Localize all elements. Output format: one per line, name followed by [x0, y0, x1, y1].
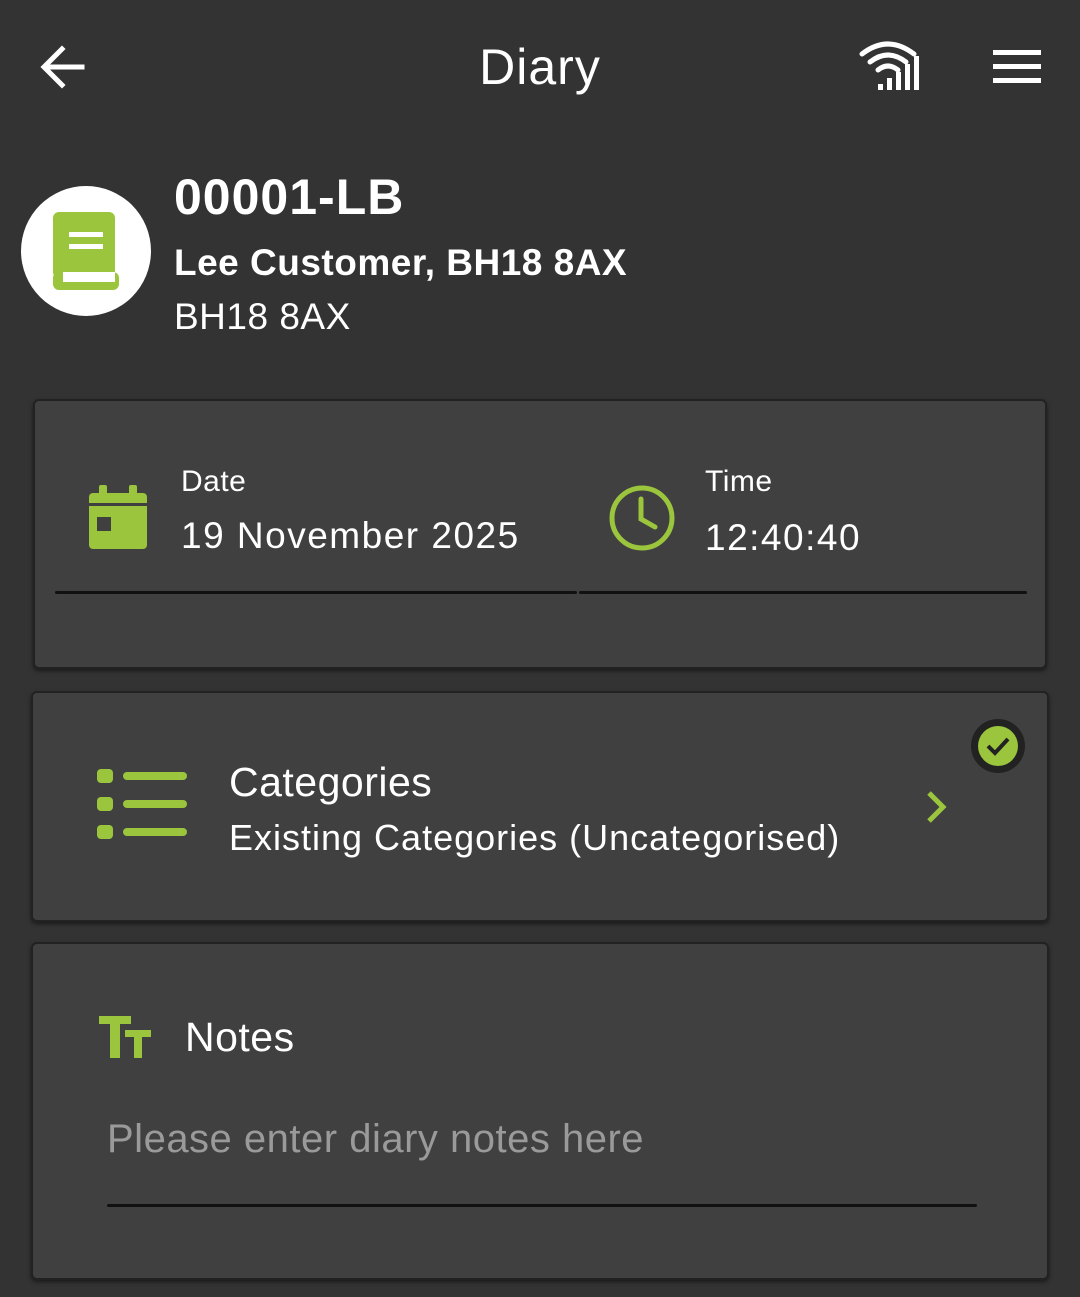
- check-circle-icon: [978, 726, 1018, 766]
- date-value: 19 November 2025: [181, 515, 520, 556]
- job-code: 00001-LB: [174, 169, 405, 225]
- chevron-right-icon[interactable]: [921, 789, 951, 825]
- date-label: Date: [181, 465, 247, 498]
- job-header: 00001-LB Lee Customer, BH18 8AX BH18 8AX: [0, 160, 1080, 360]
- customer-name: Lee Customer, BH18 8AX: [174, 242, 628, 283]
- time-field[interactable]: Time 12:40:40: [579, 451, 1027, 596]
- complete-check-badge: [971, 719, 1025, 773]
- categories-title: Categories: [229, 759, 433, 805]
- app-bar: Diary: [0, 0, 1080, 135]
- categories-subtitle: Existing Categories (Uncategorised): [229, 817, 841, 858]
- clock-icon: [609, 485, 675, 551]
- diary-book-icon: [53, 212, 119, 290]
- datetime-card: Date 19 November 2025 Time 12:40:40: [33, 399, 1047, 669]
- avatar: [21, 186, 151, 316]
- date-field[interactable]: Date 19 November 2025: [55, 451, 577, 596]
- categories-card[interactable]: Categories Existing Categories (Uncatego…: [31, 691, 1049, 922]
- notes-underline: [107, 1204, 977, 1207]
- calendar-icon: [89, 485, 147, 549]
- time-underline: [579, 591, 1027, 594]
- text-size-icon: [99, 1016, 151, 1058]
- notes-input[interactable]: [107, 1114, 977, 1164]
- list-icon: [97, 769, 187, 839]
- notes-title: Notes: [185, 1014, 295, 1060]
- time-label: Time: [705, 465, 773, 498]
- date-underline: [55, 591, 577, 594]
- notes-card: Notes: [31, 942, 1049, 1280]
- postcode: BH18 8AX: [174, 296, 351, 337]
- time-value: 12:40:40: [705, 517, 862, 558]
- hamburger-menu-icon[interactable]: [990, 44, 1044, 88]
- wifi-signal-icon[interactable]: [858, 40, 926, 94]
- categories-row[interactable]: Categories Existing Categories (Uncatego…: [33, 693, 1047, 920]
